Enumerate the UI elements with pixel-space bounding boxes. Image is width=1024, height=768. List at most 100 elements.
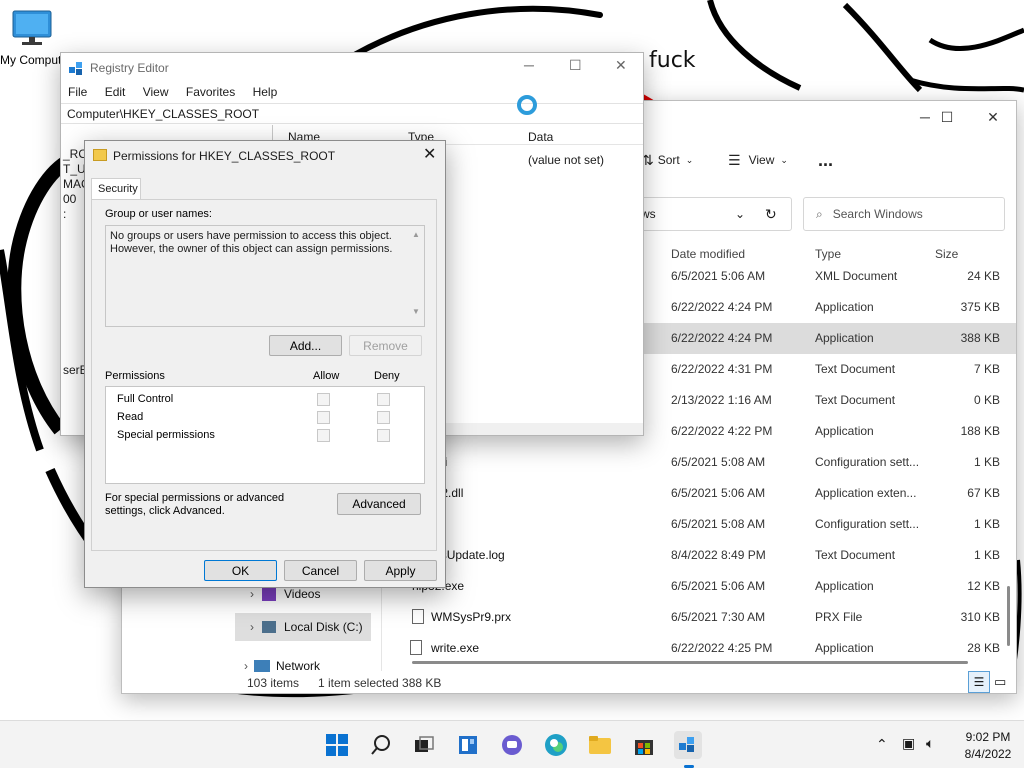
address-bar[interactable]: ws ⌄ ↻	[622, 197, 792, 231]
menu-view[interactable]: View	[143, 85, 169, 99]
tiles-view-icon: ▭	[994, 674, 1007, 689]
nav-item-label: Network	[276, 659, 321, 673]
tray-chevron-up-icon[interactable]: ⌃	[876, 736, 888, 753]
cancel-button[interactable]: Cancel	[284, 560, 357, 581]
remove-button[interactable]: Remove	[349, 335, 422, 356]
details-view-button[interactable]: ☰	[968, 671, 990, 693]
allow-read-checkbox[interactable]	[317, 411, 330, 424]
value-data[interactable]: (value not set)	[528, 153, 604, 167]
cell-size: 0 KB	[973, 393, 1000, 407]
folder-icon	[589, 736, 611, 754]
scribble-text: fuck	[649, 48, 696, 73]
task-view-icon	[415, 736, 434, 752]
nav-item-videos[interactable]: › Videos	[250, 587, 320, 601]
permission-read: Read	[117, 411, 144, 423]
menu-favorites[interactable]: Favorites	[186, 85, 235, 99]
cell-type: PRX File	[815, 610, 863, 624]
minimize-button[interactable]: ─	[524, 57, 534, 73]
refresh-icon[interactable]: ↻	[765, 206, 777, 223]
file-icon	[412, 609, 424, 624]
store-button[interactable]	[630, 731, 658, 759]
tab-security[interactable]: Security	[91, 178, 141, 200]
close-button[interactable]: ✕	[970, 101, 1016, 133]
dialog-title: Permissions for HKEY_CLASSES_ROOT	[113, 149, 336, 163]
cell-type: Configuration sett...	[815, 517, 920, 531]
file-explorer-button[interactable]	[586, 731, 614, 759]
vertical-scrollbar[interactable]	[1007, 586, 1010, 646]
nav-item-network[interactable]: › Network	[244, 659, 320, 673]
cell-type: Application	[815, 641, 874, 655]
nav-item-label: Local Disk (C:)	[284, 620, 363, 634]
videos-folder-icon	[262, 587, 276, 601]
menu-file[interactable]: File	[68, 85, 87, 99]
cell-type: Configuration sett...	[815, 455, 920, 469]
group-list-box[interactable]: No groups or users have permission to ac…	[105, 225, 425, 327]
advanced-button[interactable]: Advanced	[337, 493, 421, 515]
address-path[interactable]: Computer\HKEY_CLASSES_ROOT	[61, 103, 643, 124]
maximize-button[interactable]: ☐	[924, 101, 970, 133]
table-row[interactable]: 6/22/2022 4:24 PM Application 388 KB	[582, 323, 1016, 354]
chevron-right-icon: ›	[250, 587, 254, 601]
menu-help[interactable]: Help	[253, 85, 278, 99]
chevron-right-icon: ›	[244, 659, 248, 673]
menu-bar: File Edit View Favorites Help	[68, 85, 291, 99]
close-button[interactable]: ✕	[615, 57, 627, 74]
cell-date: 6/5/2021 5:06 AM	[671, 269, 766, 283]
allow-full-control-checkbox[interactable]	[317, 393, 330, 406]
sort-button[interactable]: ⇅ Sort ⌄	[642, 147, 693, 173]
column-header-type[interactable]: Type	[815, 247, 841, 261]
cell-size: 12 KB	[967, 579, 1000, 593]
deny-special-checkbox[interactable]	[377, 429, 390, 442]
close-button[interactable]: ✕	[423, 144, 436, 164]
add-button[interactable]: Add...	[269, 335, 342, 356]
close-icon: ✕	[987, 108, 999, 125]
column-header-data[interactable]: Data	[528, 130, 553, 144]
vertical-scrollbar[interactable]: ▲ ▼	[408, 226, 424, 326]
horizontal-scrollbar[interactable]	[412, 661, 968, 664]
column-header-date[interactable]: Date modified	[671, 247, 745, 261]
nav-item-local-disk[interactable]: › Local Disk (C:)	[235, 613, 371, 641]
scroll-up-icon[interactable]: ▲	[408, 230, 424, 239]
status-item-count: 103 items	[247, 676, 300, 690]
cell-date: 6/5/2021 5:06 AM	[671, 579, 766, 593]
ok-button[interactable]: OK	[204, 560, 277, 581]
column-header-size[interactable]: Size	[935, 247, 958, 261]
monitor-icon	[12, 10, 52, 45]
file-icon	[410, 640, 422, 655]
cell-date: 6/5/2021 5:08 AM	[671, 455, 766, 469]
desktop-icon-my-computer[interactable]: My Computer	[0, 8, 72, 67]
cell-date: 6/22/2022 4:31 PM	[671, 362, 773, 376]
scroll-down-icon[interactable]: ▼	[408, 307, 424, 316]
chevron-down-icon: ⌄	[685, 154, 694, 165]
search-box[interactable]: ⌕ Search Windows	[803, 197, 1005, 231]
menu-edit[interactable]: Edit	[105, 85, 126, 99]
view-button[interactable]: ☰ View ⌄	[728, 147, 788, 173]
search-icon: ⌕	[816, 206, 823, 221]
group-label: Group or user names:	[105, 208, 212, 220]
chat-icon	[502, 735, 522, 755]
task-view-button[interactable]	[410, 731, 438, 759]
deny-read-checkbox[interactable]	[377, 411, 390, 424]
start-button[interactable]	[323, 731, 351, 759]
apply-button[interactable]: Apply	[364, 560, 437, 581]
allow-special-checkbox[interactable]	[317, 429, 330, 442]
deny-full-control-checkbox[interactable]	[377, 393, 390, 406]
network-icon[interactable]: ▣	[902, 735, 915, 752]
search-placeholder: Search Windows	[832, 207, 923, 221]
maximize-button[interactable]: ☐	[569, 57, 582, 74]
cell-size: 188 KB	[960, 424, 1000, 438]
chevron-down-icon: ⌄	[780, 154, 788, 165]
registry-editor-taskbar-button[interactable]	[674, 731, 702, 759]
chevron-down-icon[interactable]: ⌄	[735, 207, 745, 221]
cell-size: 67 KB	[967, 486, 1000, 500]
more-options-button[interactable]: ...	[818, 147, 833, 173]
edge-browser-button[interactable]	[542, 731, 570, 759]
tiles-view-button[interactable]: ▭	[994, 674, 1006, 690]
widgets-button[interactable]	[454, 731, 482, 759]
view-label: View	[748, 153, 775, 167]
teams-chat-button[interactable]	[498, 731, 526, 759]
registry-editor-icon	[68, 61, 84, 80]
search-button[interactable]	[367, 731, 395, 759]
volume-icon[interactable]: 🔈︎	[926, 735, 934, 752]
clock[interactable]: 9:02 PM 8/4/2022	[958, 730, 1018, 761]
